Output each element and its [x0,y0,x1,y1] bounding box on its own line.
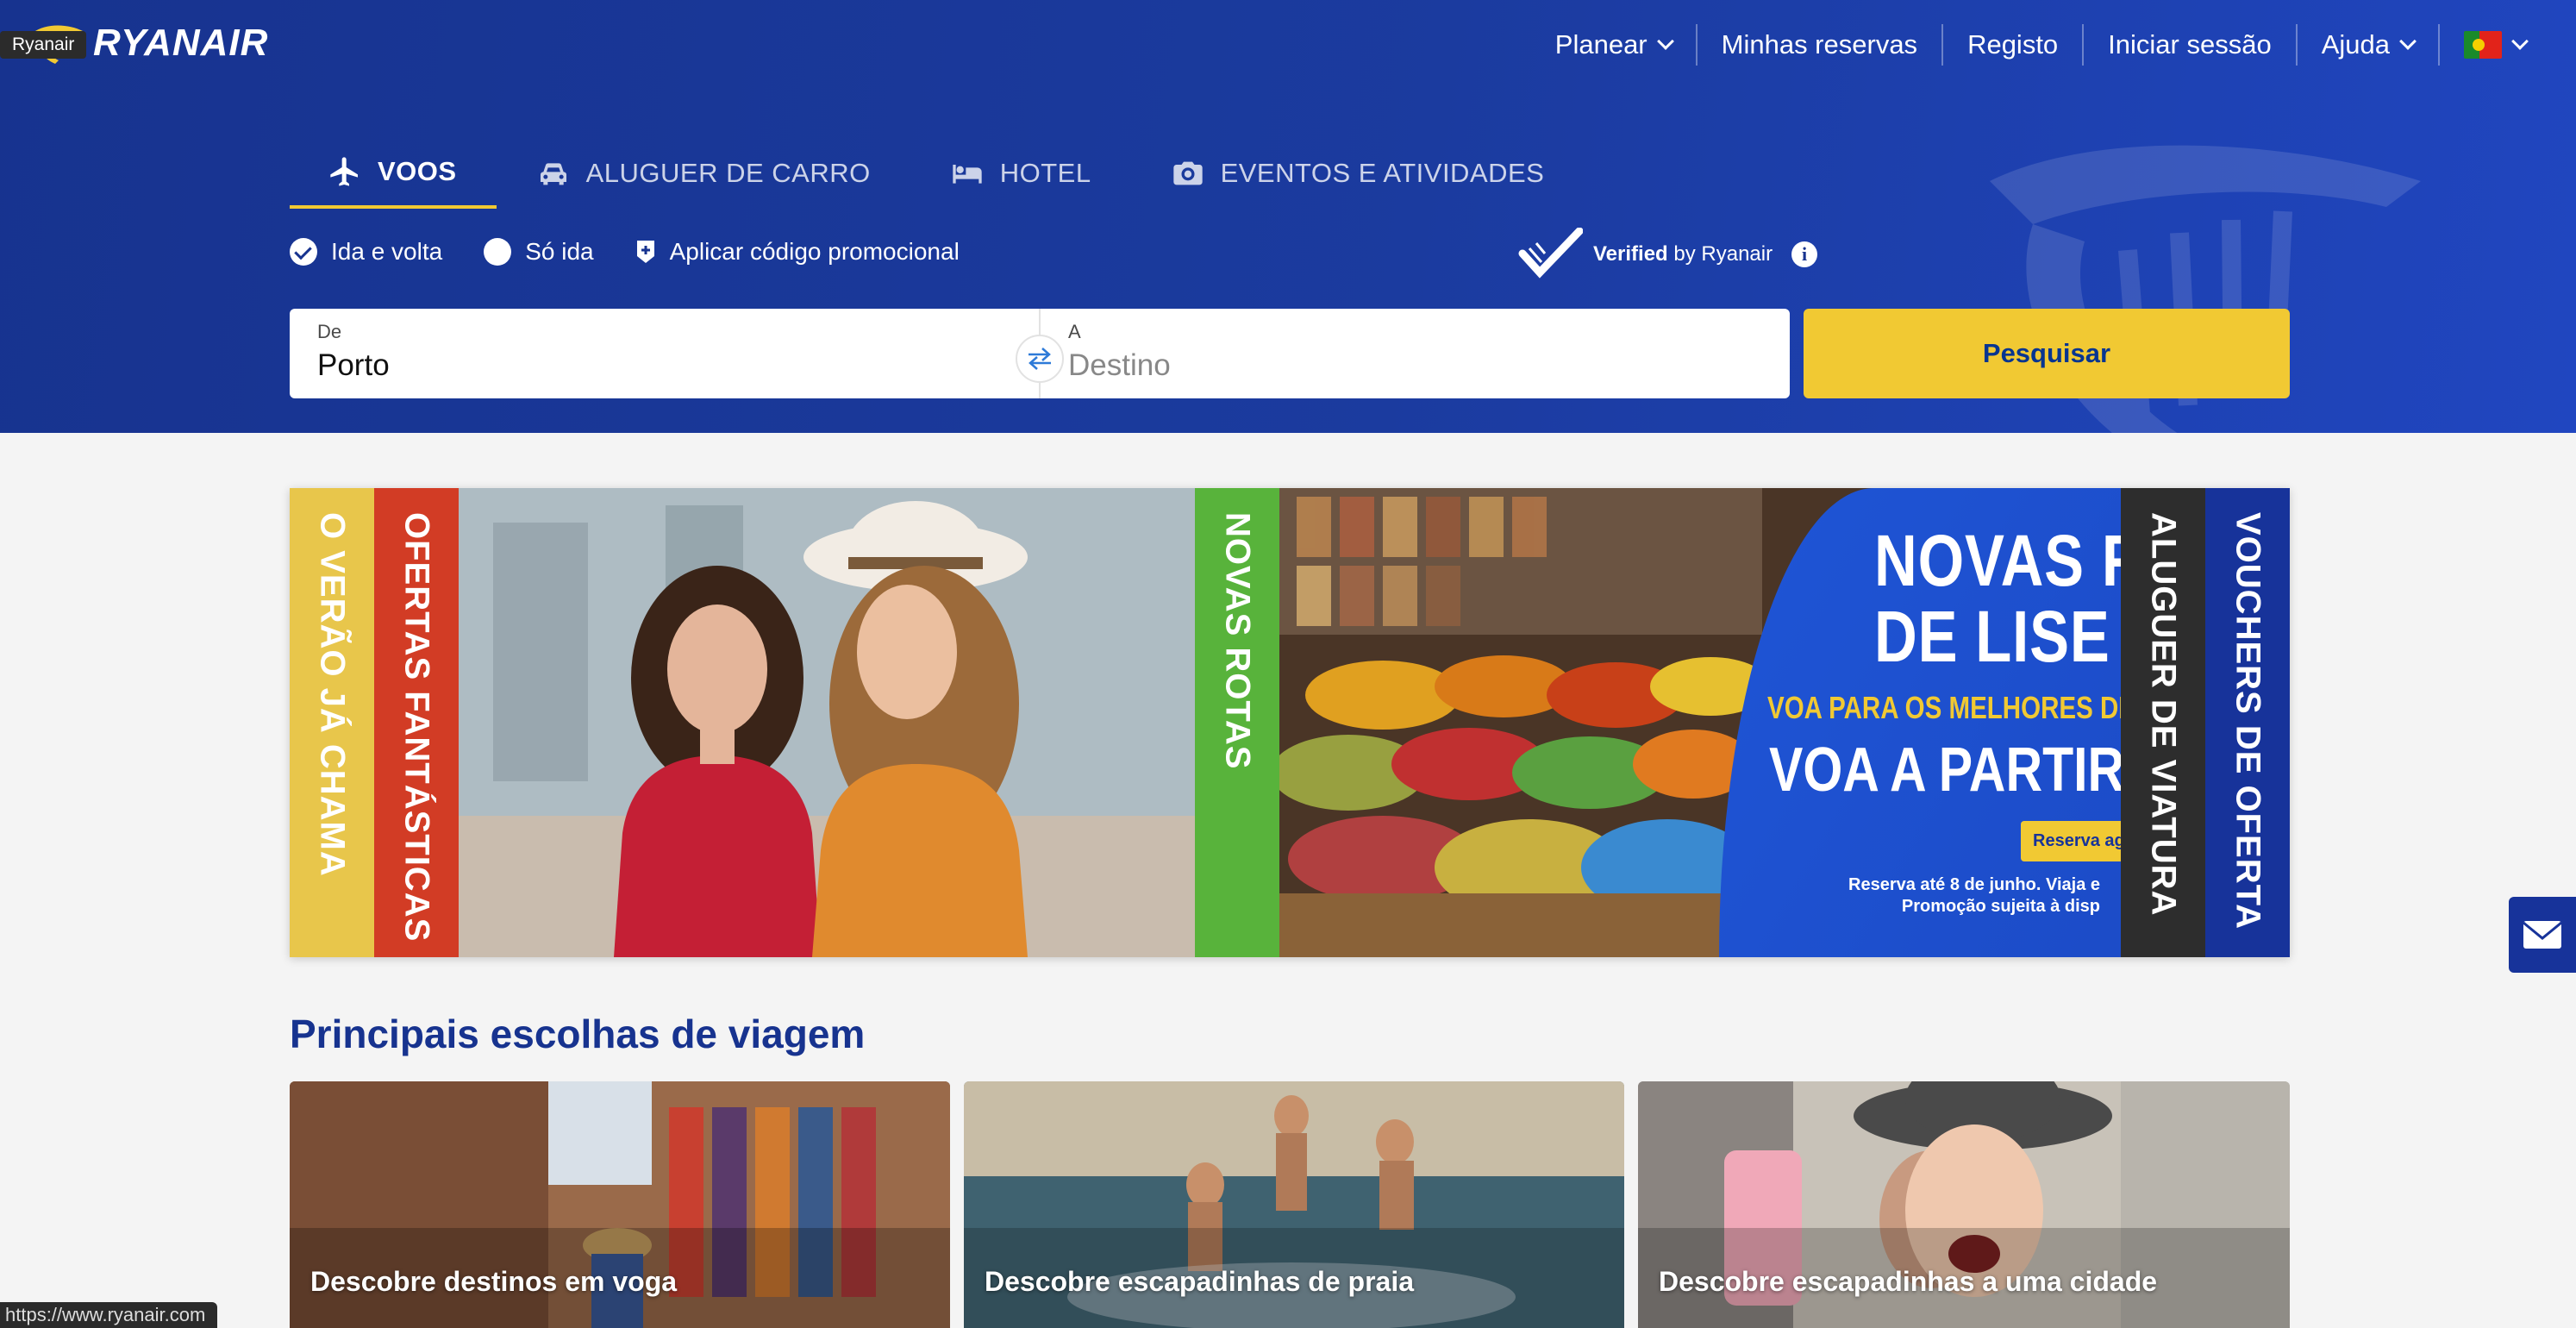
chevron-down-icon [1656,33,1674,50]
logo-tooltip: Ryanair [0,31,87,59]
nav-ajuda-label: Ajuda [2321,29,2390,60]
card-city-title: Descobre escapadinhas a uma cidade [1659,1266,2158,1297]
photo-two-women[interactable] [459,488,1195,957]
tab-hotel[interactable]: HOTEL [910,138,1131,209]
card-trending-title: Descobre destinos em voga [310,1266,678,1297]
search-button[interactable]: Pesquisar [1804,309,2290,398]
language-selector[interactable] [2438,24,2550,66]
promo-tag-icon [636,241,654,263]
plane-icon [330,157,358,186]
promo-headline-line-1: NOVAS R [1874,520,2146,601]
card-trending-destinations[interactable]: Descobre destinos em voga [290,1081,950,1328]
strip-novas-rotas[interactable]: NOVAS ROTAS [1195,488,1279,957]
tab-voos-label: VOOS [378,156,457,186]
product-tabs: VOOS ALUGUER DE CARRO HOTEL EVENTOS E AT… [290,138,1584,209]
banner-right-strips: ALUGUER DE VIATURA VOUCHERS DE OFERTA [2121,488,2290,957]
mail-icon [2523,921,2562,949]
tab-voos[interactable]: VOOS [290,138,497,209]
tab-hotel-label: HOTEL [999,158,1091,188]
strip-vouchers-de-oferta[interactable]: VOUCHERS DE OFERTA [2205,488,2290,957]
chevron-down-icon [2511,33,2529,50]
promo-big-text: VOA A PARTIR D [1769,736,2176,805]
swap-arrows-icon [1029,348,1051,370]
tab-aluguer-de-carro-label: ALUGUER DE CARRO [585,158,871,188]
swap-airports-button[interactable] [1016,335,1064,383]
destination-placeholder: Destino [1068,348,1171,382]
nav-ajuda[interactable]: Ajuda [2295,24,2438,66]
strip-label: ALUGUER DE VIATURA [2144,512,2183,917]
nav-registo-label: Registo [1967,29,2059,60]
verified-rest: by Ryanair [1667,242,1773,266]
chevron-down-icon [2399,33,2417,50]
tab-eventos-e-atividades-label: EVENTOS E ATIVIDADES [1220,158,1545,188]
verified-strong: Verified [1593,242,1668,266]
newsletter-button[interactable] [2509,897,2576,973]
strip-ofertas-fantasticas[interactable]: OFERTAS FANTÁSTICAS [374,488,459,957]
hero-header: RYANAIR Ryanair Planear Minhas reservas … [0,0,2576,433]
info-icon[interactable]: i [1791,241,1818,267]
destination-label: A [1068,321,1081,342]
verified-check-icon [1518,228,1583,279]
women-photo-illustration [459,488,1195,957]
promo-code-link[interactable]: Aplicar código promocional [635,238,960,266]
nav-iniciar-sessao-label: Iniciar sessão [2108,29,2272,60]
car-icon [540,163,566,185]
radio-unchecked-icon [484,238,512,266]
one-way-label: Só ida [525,238,594,265]
nav-iniciar-sessao[interactable]: Iniciar sessão [2082,24,2296,66]
bed-icon [953,165,982,184]
promo-fine-print-line-2: Promoção sujeita à disp [1901,897,2100,916]
promo-subheadline: VOA PARA OS MELHORES DE [1767,690,2135,725]
one-way-option[interactable]: Só ida [484,238,594,266]
strip-label: O VERÃO JÁ CHAMA [313,512,352,877]
card-beach-title: Descobre escapadinhas de praia [985,1266,1414,1297]
origin-label: De [317,321,342,342]
promo-headline: NOVAS R DE LISE [1874,520,2146,678]
tab-eventos-e-atividades[interactable]: EVENTOS E ATIVIDADES [1131,138,1585,209]
radio-checked-icon [290,238,317,266]
nav-planear-label: Planear [1554,29,1648,60]
tab-aluguer-de-carro[interactable]: ALUGUER DE CARRO [497,138,910,209]
round-trip-option[interactable]: Ida e volta [290,238,442,266]
promo-headline-line-2: DE LISE [1874,596,2110,678]
destination-field[interactable]: A Destino [1039,309,1790,398]
trip-options: Ida e volta Só ida Aplicar código promoc… [290,238,960,266]
nav-minhas-reservas[interactable]: Minhas reservas [1695,24,1941,66]
strip-label: NOVAS ROTAS [1218,512,1257,770]
logo-text: RYANAIR [93,22,269,64]
origin-field[interactable]: De Porto [290,309,1039,398]
top-navigation: Planear Minhas reservas Registo Iniciar … [1531,24,2550,66]
promo-banner: O VERÃO JÁ CHAMA OFERTAS FANTÁSTICAS NOV… [290,488,2290,957]
card-city-breaks[interactable]: Descobre escapadinhas a uma cidade [1638,1081,2290,1328]
round-trip-label: Ida e volta [331,238,443,265]
section-title-travel-picks: Principais escolhas de viagem [290,1012,866,1056]
camera-icon [1172,161,1203,185]
verified-by-ryanair: Verified by Ryanair i [1517,228,1818,281]
nav-registo[interactable]: Registo [1941,24,2082,66]
promo-fine-print: Reserva até 8 de junho. Viaja e Promoção… [1848,874,2100,918]
status-bar-url: https://www.ryanair.com [0,1302,218,1328]
verified-text: Verified by Ryanair [1593,242,1773,266]
strip-label: VOUCHERS DE OFERTA [2229,512,2267,930]
strip-label: OFERTAS FANTÁSTICAS [397,512,436,943]
portugal-flag-icon [2464,31,2502,59]
card-beach-getaways[interactable]: Descobre escapadinhas de praia [964,1081,1624,1328]
promo-code-label: Aplicar código promocional [669,238,960,265]
nav-minhas-reservas-label: Minhas reservas [1721,29,1918,60]
strip-aluguer-de-viatura[interactable]: ALUGUER DE VIATURA [2121,488,2205,957]
strip-o-verao-ja-chama[interactable]: O VERÃO JÁ CHAMA [290,488,374,957]
origin-value: Porto [317,348,390,382]
travel-picks-cards: Descobre destinos em voga Descobre escap… [290,1081,2290,1328]
nav-planear[interactable]: Planear [1531,24,1696,66]
promo-fine-print-line-1: Reserva até 8 de junho. Viaja e [1848,875,2100,894]
